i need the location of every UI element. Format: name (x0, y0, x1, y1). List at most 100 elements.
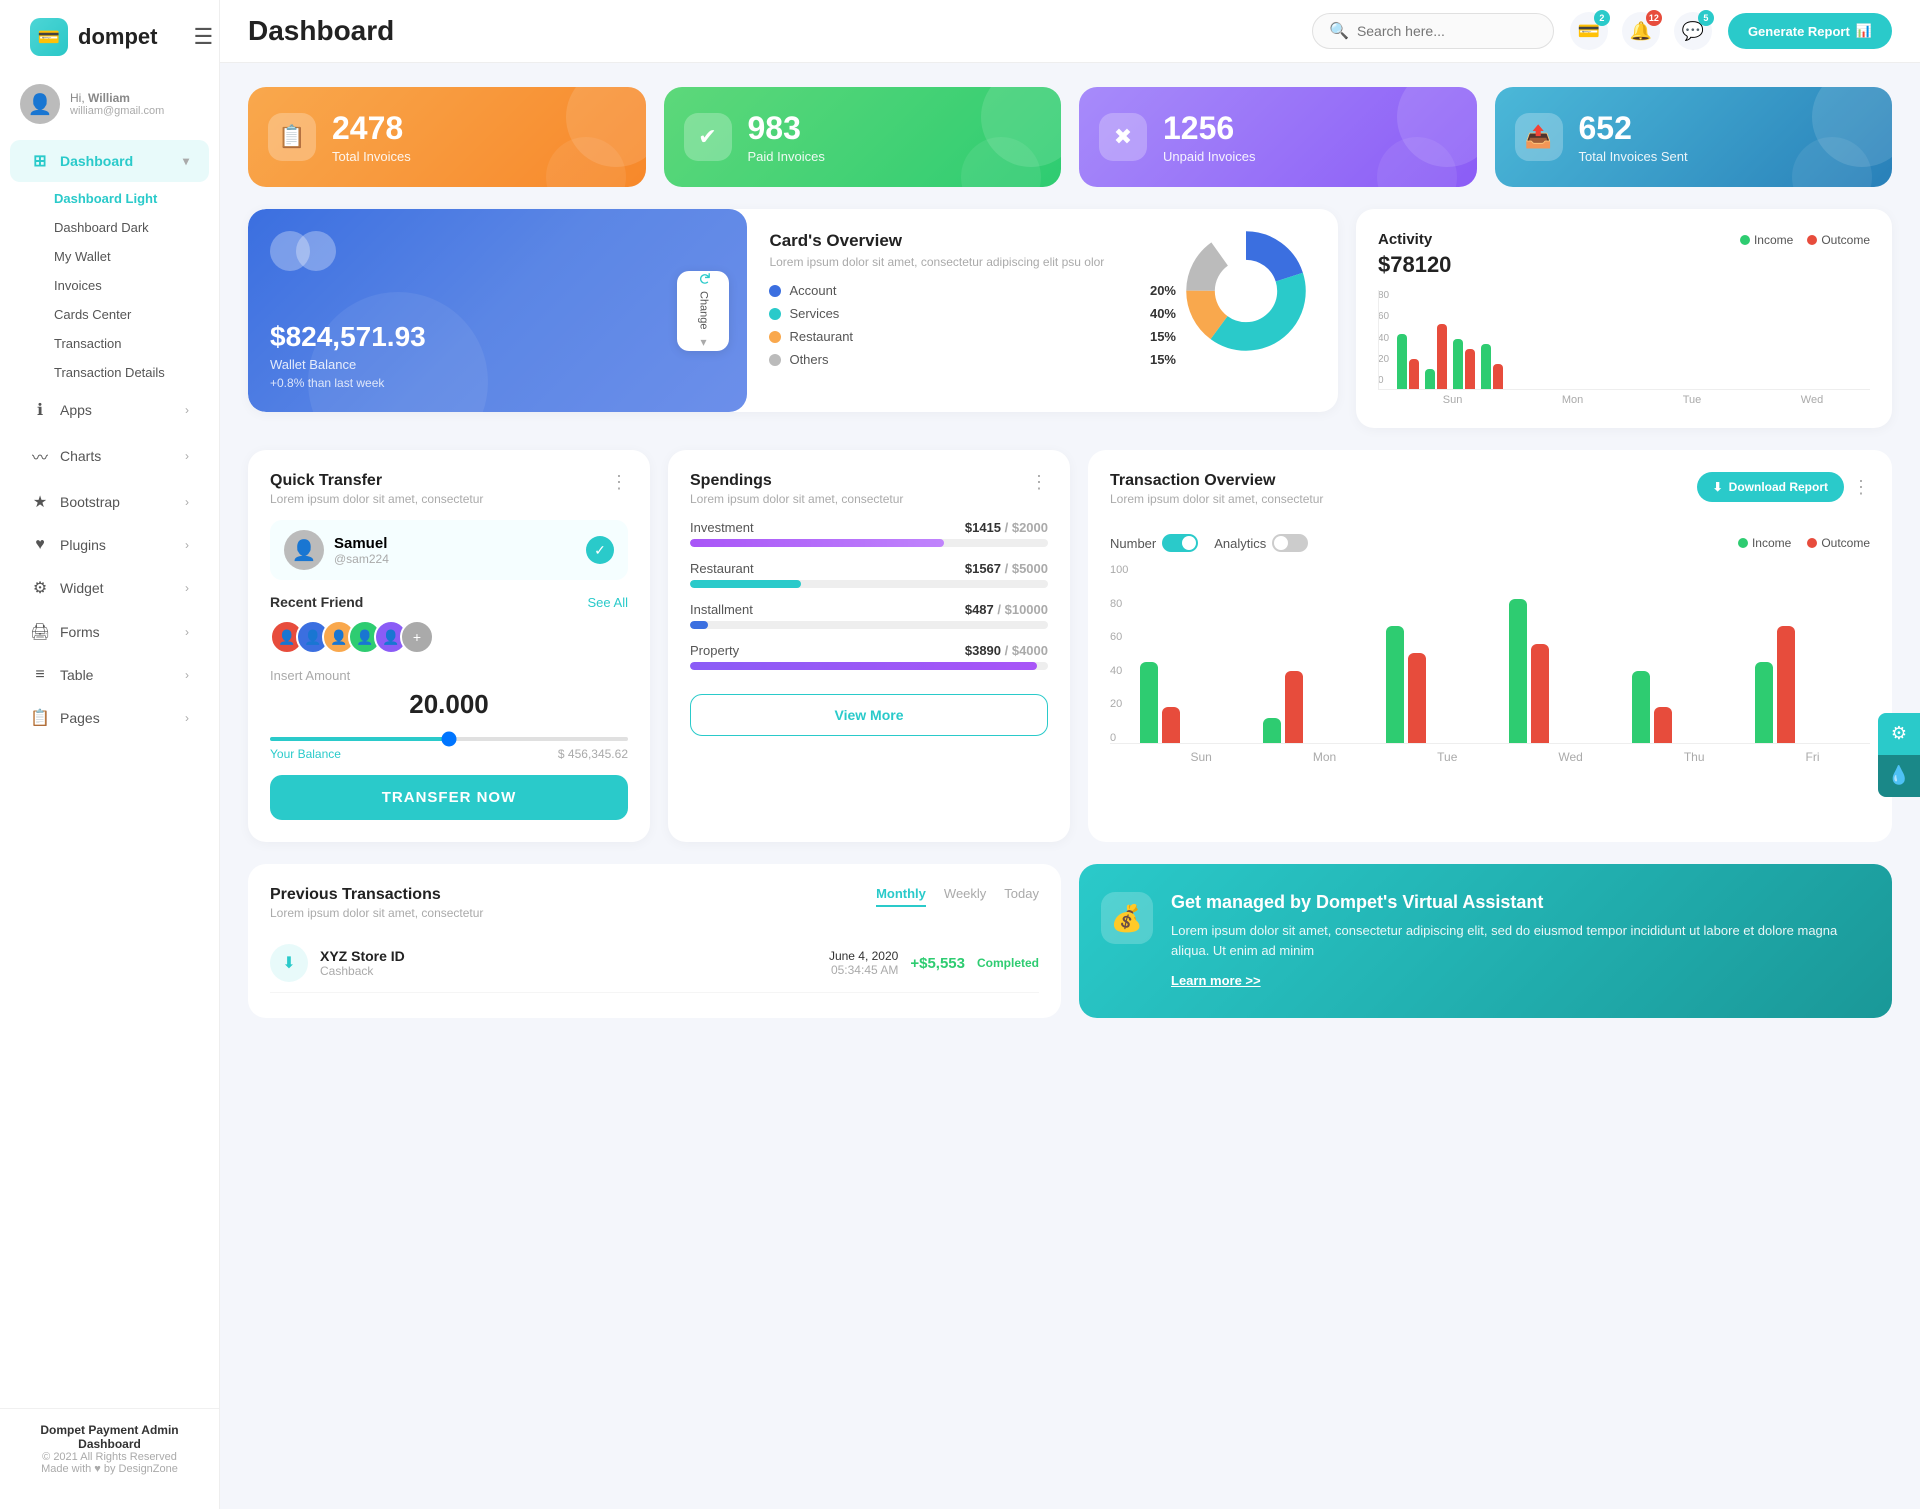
sidebar-logo: 💳 dompet (10, 0, 177, 74)
sidebar-item-bootstrap[interactable]: ★ Bootstrap › (10, 481, 209, 523)
big-bar-group-wed (1509, 599, 1624, 743)
outcome-bar-mon-big (1285, 671, 1303, 743)
see-all-link[interactable]: See All (588, 595, 628, 610)
outcome-bar-tue-big (1408, 653, 1426, 743)
sidebar-item-dashboard-light[interactable]: Dashboard Light (44, 184, 219, 213)
star-icon: ★ (30, 492, 50, 512)
stat-cards-row: 📋 2478 Total Invoices ✔ 983 Paid Invoice… (248, 87, 1892, 187)
number-toggle[interactable] (1162, 534, 1198, 552)
tx-overview-menu-icon[interactable]: ⋮ (1852, 477, 1870, 498)
activity-legend: Income Outcome (1740, 233, 1870, 247)
va-body: Lorem ipsum dolor sit amet, consectetur … (1171, 921, 1864, 960)
generate-report-button[interactable]: Generate Report 📊 (1728, 13, 1892, 49)
spending-item-restaurant: Restaurant $1567 / $5000 (690, 561, 1048, 588)
sidebar-item-charts[interactable]: 〰 Charts › (10, 433, 209, 479)
sidebar-item-cards-center[interactable]: Cards Center (44, 300, 219, 329)
tab-weekly[interactable]: Weekly (944, 886, 986, 907)
activity-chart-labels: Sun Mon Tue Wed (1378, 394, 1870, 406)
tab-today[interactable]: Today (1004, 886, 1039, 907)
chat-icon-btn[interactable]: 💬 5 (1674, 12, 1712, 50)
page-content: 📋 2478 Total Invoices ✔ 983 Paid Invoice… (220, 63, 1920, 1509)
download-report-button[interactable]: ⬇ Download Report (1697, 472, 1844, 502)
search-icon: 🔍 (1329, 21, 1349, 41)
others-dot (769, 354, 781, 366)
wallet-icon-btn[interactable]: 💳 2 (1570, 12, 1608, 50)
search-box[interactable]: 🔍 (1312, 13, 1554, 49)
change-label: Change (697, 291, 709, 330)
sidebar-item-label: Charts (60, 448, 101, 464)
sidebar-item-plugins[interactable]: ♥ Plugins › (10, 525, 209, 565)
sidebar-item-dashboard[interactable]: ⊞ Dashboard ▾ (10, 140, 209, 182)
topbar-icons: 💳 2 🔔 12 💬 5 (1570, 12, 1712, 50)
bar-group-tue (1453, 339, 1475, 389)
restaurant-progress (690, 580, 1048, 588)
unpaid-invoices-label: Unpaid Invoices (1163, 149, 1256, 164)
tab-monthly[interactable]: Monthly (876, 886, 926, 907)
stat-card-paid-invoices: ✔ 983 Paid Invoices (664, 87, 1062, 187)
pie-chart (1186, 231, 1316, 361)
tx-type: Cashback (320, 964, 817, 978)
sidebar-item-invoices[interactable]: Invoices (44, 271, 219, 300)
sidebar-item-dashboard-dark[interactable]: Dashboard Dark (44, 213, 219, 242)
chat-badge: 5 (1698, 10, 1714, 26)
outcome-legend: Outcome (1807, 536, 1870, 550)
bar-group-sun (1397, 334, 1419, 389)
spending-item-installment: Installment $487 / $10000 (690, 602, 1048, 629)
sidebar-item-label: Bootstrap (60, 494, 120, 510)
sidebar-item-pages[interactable]: 📋 Pages › (10, 697, 209, 739)
sidebar-item-apps[interactable]: ℹ Apps › (10, 389, 209, 431)
view-more-button[interactable]: View More (690, 694, 1048, 736)
sidebar-item-my-wallet[interactable]: My Wallet (44, 242, 219, 271)
unpaid-invoices-number: 1256 (1163, 110, 1256, 147)
sidebar-item-widget[interactable]: ⚙ Widget › (10, 567, 209, 609)
sidebar-nav: ⊞ Dashboard ▾ Dashboard Light Dashboard … (0, 138, 219, 1398)
avatar: 👤 (20, 84, 60, 124)
bell-badge: 12 (1646, 10, 1662, 26)
sidebar: 💳 dompet ☰ 👤 Hi, William william@gmail.c… (0, 0, 220, 1509)
side-actions: ⚙ 💧 (1878, 713, 1920, 797)
income-dot (1740, 235, 1750, 245)
color-side-button[interactable]: 💧 (1878, 755, 1920, 797)
analytics-toggle[interactable] (1272, 534, 1308, 552)
quick-transfer-menu-icon[interactable]: ⋮ (610, 472, 628, 493)
transfer-now-button[interactable]: TRANSFER NOW (270, 775, 628, 820)
sidebar-item-transaction[interactable]: Transaction (44, 329, 219, 358)
logo-text: dompet (78, 24, 157, 50)
middle-row: $824,571.93 Wallet Balance +0.8% than la… (248, 209, 1892, 428)
wallet-change-button[interactable]: ↻ Change ▾ (677, 271, 729, 351)
contact-card[interactable]: 👤 Samuel @sam224 ✓ (270, 520, 628, 580)
recent-friend-header: Recent Friend See All (270, 594, 628, 610)
settings-side-button[interactable]: ⚙ (1878, 713, 1920, 755)
spendings-subtitle: Lorem ipsum dolor sit amet, consectetur (690, 492, 903, 506)
sidebar-item-table[interactable]: ≡ Table › (10, 655, 209, 695)
sidebar-item-forms[interactable]: 🖨 Forms › (10, 611, 209, 653)
paid-invoices-number: 983 (748, 110, 825, 147)
wallet-circle-2 (296, 231, 336, 271)
quick-transfer-card: Quick Transfer Lorem ipsum dolor sit ame… (248, 450, 650, 842)
income-legend: Income (1738, 536, 1791, 550)
balance-value: $ 456,345.62 (558, 747, 628, 761)
search-input[interactable] (1357, 23, 1537, 39)
prev-tx-subtitle: Lorem ipsum dolor sit amet, consectetur (270, 906, 483, 920)
outcome-legend: Outcome (1807, 233, 1870, 247)
amount-slider[interactable] (270, 737, 628, 741)
spendings-title: Spendings (690, 472, 903, 490)
spendings-menu-icon[interactable]: ⋮ (1030, 472, 1048, 493)
tx-status: Completed (977, 956, 1039, 970)
bell-icon-btn[interactable]: 🔔 12 (1622, 12, 1660, 50)
chevron-right-icon: › (185, 711, 189, 725)
forms-icon: 🖨 (30, 622, 50, 642)
outcome-bar-sun-big (1162, 707, 1180, 743)
chevron-down-icon: ▾ (183, 154, 189, 168)
overview-item-account: Account 20% (769, 283, 1176, 298)
income-bar-fri-big (1755, 662, 1773, 743)
big-bar-group-mon (1263, 671, 1378, 743)
sidebar-item-label: Dashboard (60, 153, 133, 169)
sidebar-footer: Dompet Payment Admin Dashboard © 2021 Al… (0, 1408, 219, 1489)
analytics-toggle-label: Analytics (1214, 534, 1308, 552)
sidebar-item-transaction-details[interactable]: Transaction Details (44, 358, 219, 387)
outcome-bar-fri-big (1777, 626, 1795, 743)
big-bar-group-thu (1632, 671, 1747, 743)
va-learn-more-link[interactable]: Learn more >> (1171, 973, 1261, 988)
bar-group-wed (1481, 344, 1503, 389)
